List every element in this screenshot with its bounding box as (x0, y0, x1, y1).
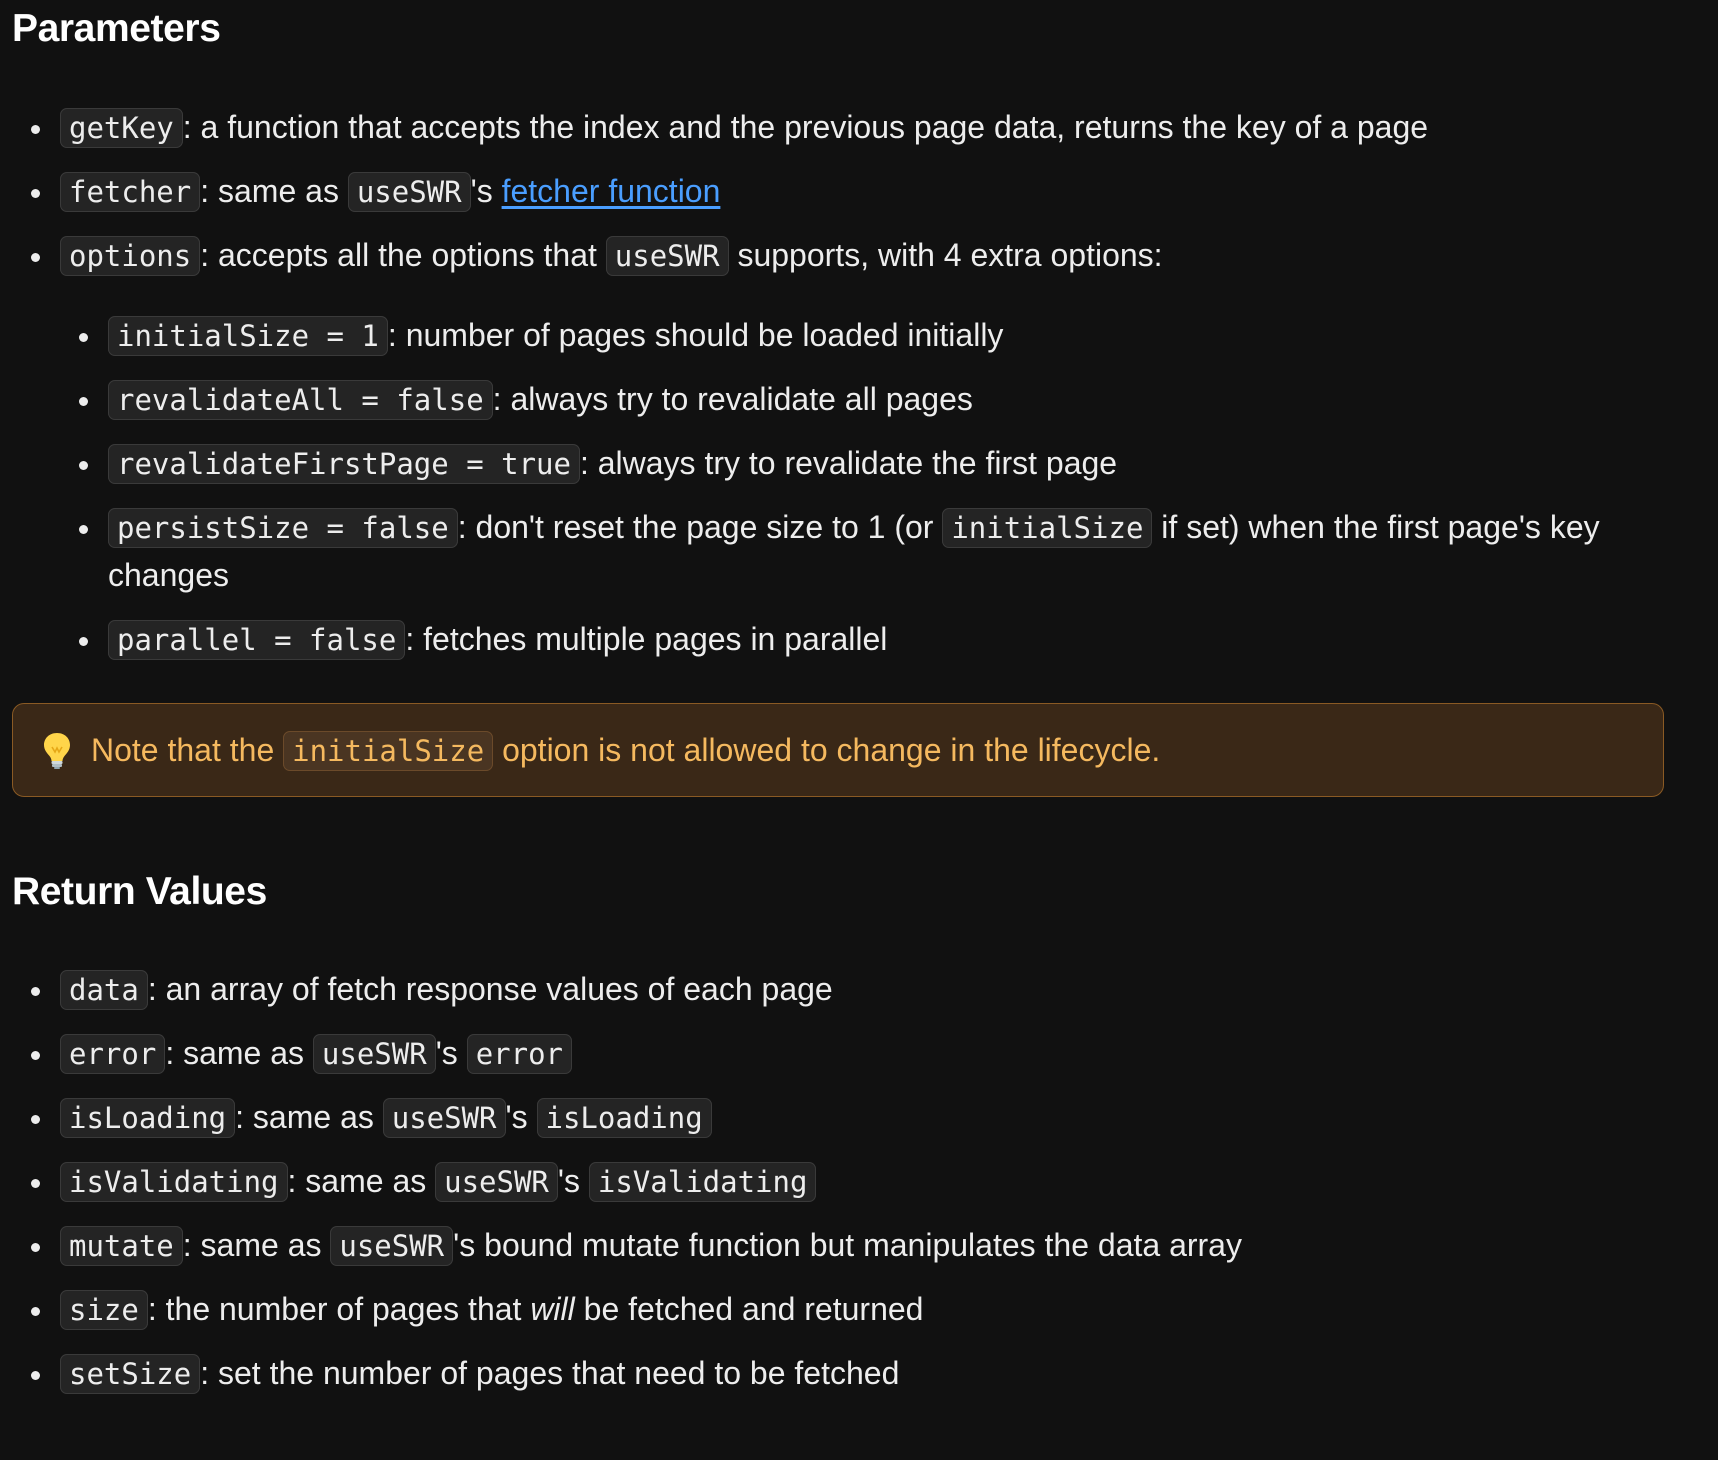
list-item-text: : a function that accepts the index and … (182, 108, 1429, 145)
inline-code: initialSize (942, 507, 1153, 548)
inline-code: fetcher (60, 171, 201, 212)
list-item-text: : don't reset the page size to 1 (or (457, 508, 943, 545)
inline-code: useSWR (330, 1226, 454, 1267)
inline-code: getKey (60, 107, 183, 148)
list-item-text: 's (470, 172, 502, 209)
emphasis-text: will (530, 1291, 575, 1328)
inline-code: options (60, 235, 201, 276)
list-item-fetcher: fetcher: same as useSWR's fetcher functi… (31, 167, 1706, 215)
list-item-text: 's (505, 1099, 537, 1136)
inline-code: useSWR (435, 1162, 558, 1203)
list-item-text: : fetches multiple pages in parallel (405, 620, 888, 657)
return-values-heading: Return Values (12, 869, 267, 913)
inline-code: initialSize (283, 730, 494, 771)
list-item-text: : number of pages should be loaded initi… (387, 316, 1004, 353)
list-item-mutate: mutate: same as useSWR's bound mutate fu… (31, 1221, 1706, 1269)
inline-code: isValidating (60, 1162, 288, 1203)
inline-code: isValidating (588, 1162, 817, 1203)
inline-code: isLoading (536, 1098, 712, 1139)
list-item-isvalidating: isValidating: same as useSWR's isValidat… (31, 1157, 1706, 1205)
list-item-setsize: setSize: set the number of pages that ne… (31, 1349, 1706, 1397)
inline-code: size (60, 1290, 148, 1331)
list-item-text: 's (435, 1035, 467, 1072)
parameters-list: getKey: a function that accepts the inde… (12, 103, 1706, 663)
options-sublist: initialSize = 1: number of pages should … (60, 311, 1706, 663)
list-item-revalidateall: revalidateAll = false: always try to rev… (79, 375, 1706, 423)
inline-code: persistSize = false (108, 507, 458, 548)
list-item-getkey: getKey: a function that accepts the inde… (31, 103, 1706, 151)
list-item-text: : same as (200, 172, 348, 209)
fetcher-function-link[interactable]: fetcher function (502, 173, 721, 209)
inline-code: setSize (60, 1354, 201, 1395)
inline-code: mutate (60, 1226, 183, 1267)
list-item-isloading: isLoading: same as useSWR's isLoading (31, 1093, 1706, 1141)
lightbulb-icon (41, 730, 73, 770)
list-item-text: : same as (182, 1227, 331, 1264)
list-item-text: : same as (235, 1099, 383, 1136)
list-item-text: : the number of pages that (147, 1291, 531, 1328)
list-item-data: data: an array of fetch response values … (31, 965, 1706, 1013)
inline-code: revalidateFirstPage = true (108, 443, 580, 484)
inline-code: useSWR (347, 171, 471, 212)
list-item-revalidatefirstpage: revalidateFirstPage = true: always try t… (79, 439, 1706, 487)
docs-page: Parameters getKey: a function that accep… (0, 0, 1718, 1397)
list-item-text: : always try to revalidate the first pag… (579, 444, 1118, 481)
inline-code: error (466, 1034, 572, 1075)
callout-text: Note that the initialSize option is not … (91, 726, 1160, 774)
list-item-persistsize: persistSize = false: don't reset the pag… (79, 503, 1706, 599)
list-item-size: size: the number of pages that will be f… (31, 1285, 1706, 1333)
note-callout: Note that the initialSize option is not … (12, 702, 1664, 797)
list-item-text: : an array of fetch response values of e… (147, 971, 833, 1008)
list-item-parallel: parallel = false: fetches multiple pages… (79, 615, 1706, 663)
list-item-initialsize: initialSize = 1: number of pages should … (79, 311, 1706, 359)
parameters-heading: Parameters (12, 7, 221, 50)
list-item-text: be fetched and returned (574, 1291, 924, 1328)
inline-code: parallel = false (108, 619, 406, 660)
list-item-text: 's (557, 1163, 589, 1200)
list-item-text: 's bound mutate function but manipulates… (453, 1227, 1242, 1264)
inline-code: revalidateAll = false (108, 379, 493, 420)
list-item-text: : same as (165, 1035, 313, 1072)
list-item-text: supports, with 4 extra options: (728, 236, 1163, 273)
inline-code: initialSize = 1 (108, 315, 388, 356)
list-item-text: : set the number of pages that need to b… (200, 1355, 900, 1392)
inline-code: useSWR (382, 1098, 506, 1139)
inline-code: useSWR (312, 1034, 436, 1075)
list-item-error: error: same as useSWR's error (31, 1029, 1706, 1077)
inline-code: error (60, 1034, 166, 1075)
return-values-list: data: an array of fetch response values … (12, 965, 1706, 1397)
list-item-options: options: accepts all the options that us… (31, 231, 1706, 663)
inline-code: data (60, 970, 148, 1011)
list-item-text: : accepts all the options that (200, 236, 606, 273)
inline-code: useSWR (605, 235, 729, 276)
list-item-text: : same as (287, 1163, 436, 1200)
inline-code: isLoading (60, 1098, 236, 1139)
list-item-text: : always try to revalidate all pages (492, 380, 973, 417)
